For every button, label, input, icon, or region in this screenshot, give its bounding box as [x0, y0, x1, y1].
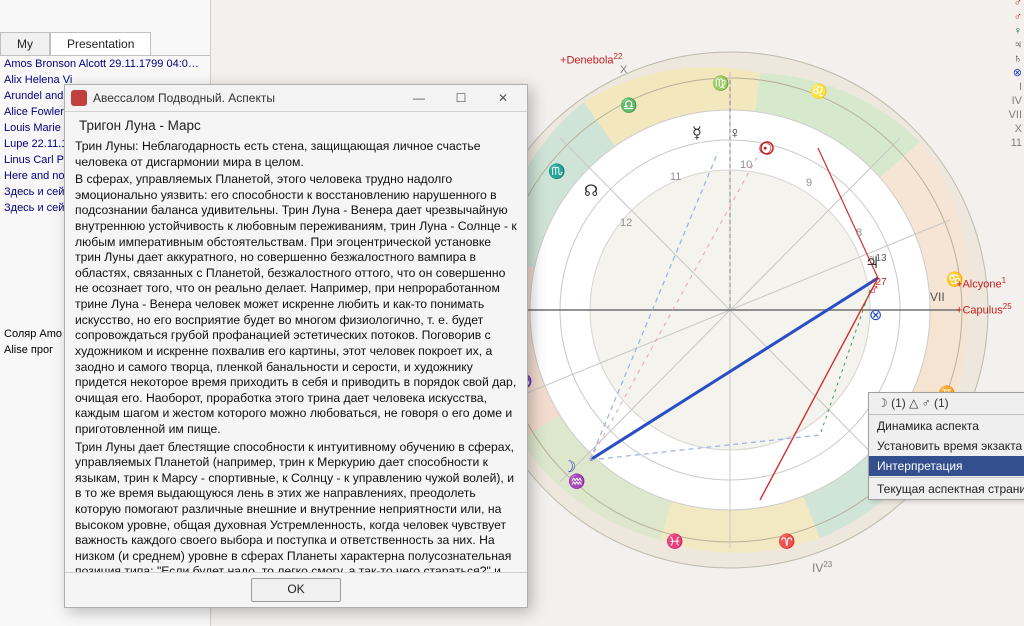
- close-button[interactable]: ✕: [485, 88, 521, 108]
- paragraph: Трин Луны: Неблагодарность есть стена, з…: [75, 139, 517, 170]
- paragraph: В сферах, управляемых Планетой, этого че…: [75, 172, 517, 437]
- svg-text:♓: ♓: [666, 533, 683, 550]
- svg-text:♎: ♎: [620, 97, 637, 114]
- dialog-title: Авессалом Подводный. Аспекты: [93, 91, 395, 105]
- svg-text:☿: ☿: [692, 125, 702, 142]
- app-icon: [71, 90, 87, 106]
- right-legend: ♂ ♂ ♀ ♃ ♄ ⊗ I IV VII X 11: [1009, 0, 1022, 150]
- dialog-subject: Тригон Луна - Марс: [65, 112, 527, 139]
- mars-deg: ♂27: [868, 277, 887, 288]
- ok-button[interactable]: OK: [251, 578, 341, 602]
- ic-label: IV23: [812, 560, 832, 575]
- dsc-label: VII: [930, 290, 945, 304]
- ctx-set-exact-time[interactable]: Установить время экзакта: [869, 436, 1024, 456]
- interpretation-dialog: Авессалом Подводный. Аспекты — ☐ ✕ Триго…: [64, 84, 528, 608]
- svg-text:♍: ♍: [712, 75, 729, 92]
- svg-text:11: 11: [670, 171, 681, 183]
- svg-text:9: 9: [806, 177, 812, 189]
- dialog-body[interactable]: Трин Луны: Неблагодарность есть стена, з…: [65, 139, 527, 572]
- list-item[interactable]: Amos Bronson Alcott 29.11.1799 04:0…: [0, 56, 210, 72]
- ctx-interpretation[interactable]: Интерпретация: [869, 456, 1024, 476]
- maximize-button[interactable]: ☐: [443, 88, 479, 108]
- ctx-aspect-dynamics[interactable]: Динамика аспекта: [869, 416, 1024, 436]
- svg-text:♏: ♏: [548, 163, 565, 180]
- jupiter-deg: ♃13: [868, 253, 887, 264]
- paragraph: Трин Луны дает блестящие способности к и…: [75, 440, 517, 572]
- mc-mark: X: [620, 64, 627, 76]
- svg-text:♀: ♀: [729, 125, 741, 142]
- svg-text:8: 8: [856, 227, 862, 239]
- svg-text:10: 10: [740, 159, 752, 171]
- context-menu: ☽ (1) △ ♂ (1) Динамика аспекта Установит…: [868, 392, 1024, 500]
- tab-my[interactable]: My: [0, 32, 50, 55]
- ctx-current-aspect-page[interactable]: Текущая аспектная страница…: [869, 479, 1024, 499]
- minimize-button[interactable]: —: [401, 88, 437, 108]
- ctx-header: ☽ (1) △ ♂ (1): [869, 393, 1024, 413]
- svg-text:☽: ☽: [562, 459, 576, 476]
- svg-text:⊗: ⊗: [869, 307, 882, 324]
- svg-text:♒: ♒: [568, 473, 585, 490]
- tab-presentation[interactable]: Presentation: [50, 32, 151, 55]
- dialog-titlebar[interactable]: Авессалом Подводный. Аспекты — ☐ ✕: [65, 85, 527, 112]
- tabs: My Presentation: [0, 32, 210, 56]
- svg-text:☊: ☊: [584, 183, 598, 200]
- svg-text:♈: ♈: [778, 533, 795, 550]
- star-capulus: +Capulus25: [956, 302, 1012, 317]
- dialog-footer: OK: [65, 572, 527, 607]
- star-alcyone: +Alcyone1: [956, 276, 1006, 291]
- svg-text:12: 12: [620, 217, 632, 229]
- svg-text:♌: ♌: [810, 83, 827, 100]
- star-denebola: +Denebola22: [560, 52, 622, 67]
